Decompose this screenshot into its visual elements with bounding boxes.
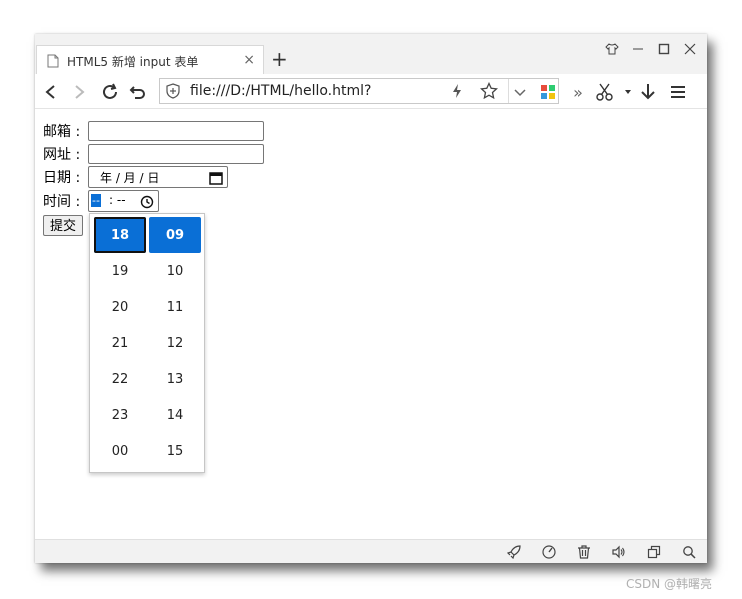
more-tools-icon[interactable]: » — [568, 82, 588, 102]
document-icon — [47, 53, 59, 72]
window-controls — [603, 40, 699, 58]
browser-window: HTML5 新增 input 表单 × + file:///D:/HTML/he… — [35, 34, 707, 563]
minute-option[interactable]: 13 — [149, 361, 201, 397]
apps-grid-icon[interactable] — [538, 82, 558, 102]
hour-option[interactable]: 21 — [94, 325, 146, 361]
url-label: 网址 : — [43, 147, 81, 163]
maximize-button[interactable] — [655, 40, 673, 58]
minimize-button[interactable] — [629, 40, 647, 58]
skin-icon[interactable] — [603, 40, 621, 58]
hour-option[interactable]: 00 — [94, 433, 146, 469]
tab-hello-html[interactable]: HTML5 新增 input 表单 × — [36, 45, 264, 74]
forward-arrow-icon[interactable] — [69, 82, 89, 102]
hour-option[interactable]: 18 — [94, 217, 146, 253]
navigation-toolbar: file:///D:/HTML/hello.html? » — [35, 74, 707, 109]
title-bar: HTML5 新增 input 表单 × + — [35, 34, 707, 74]
time-label: 时间 : — [43, 194, 81, 210]
time-input[interactable]: -- : -- — [88, 190, 159, 212]
hour-option[interactable]: 22 — [94, 361, 146, 397]
address-bar[interactable]: file:///D:/HTML/hello.html? — [159, 78, 559, 104]
window-restore-icon[interactable] — [646, 544, 662, 560]
url-text: file:///D:/HTML/hello.html? — [190, 83, 372, 99]
date-placeholder: 年 / 月 / 日 — [100, 171, 160, 185]
hour-option[interactable]: 19 — [94, 253, 146, 289]
chevron-down-icon[interactable] — [513, 84, 527, 103]
date-input[interactable]: 年 / 月 / 日 — [88, 166, 228, 188]
page-content: 邮箱 : 网址 : 日期 : 年 / 月 / 日 时间 : -- : -- 提交… — [35, 109, 707, 539]
shield-icon[interactable] — [166, 83, 180, 103]
close-window-button[interactable] — [681, 40, 699, 58]
address-divider — [508, 79, 509, 103]
speed-icon[interactable] — [541, 544, 557, 560]
time-hour-segment[interactable]: -- — [91, 194, 101, 207]
tab-close-button[interactable]: × — [243, 52, 255, 68]
hour-option[interactable]: 20 — [94, 289, 146, 325]
url-input[interactable] — [88, 144, 264, 164]
zoom-search-icon[interactable] — [681, 544, 697, 560]
trash-icon[interactable] — [576, 544, 592, 560]
speaker-icon[interactable] — [611, 544, 627, 560]
watermark: CSDN @韩曙亮 — [626, 577, 713, 591]
hour-option[interactable]: 23 — [94, 397, 146, 433]
date-row: 日期 : 年 / 月 / 日 — [43, 166, 228, 188]
email-label: 邮箱 : — [43, 124, 81, 140]
lightning-icon[interactable] — [452, 83, 462, 103]
date-label: 日期 : — [43, 170, 81, 186]
time-minute-segment[interactable]: : -- — [109, 193, 126, 207]
rocket-icon[interactable] — [506, 544, 522, 560]
undo-icon[interactable] — [128, 82, 148, 102]
back-arrow-icon[interactable] — [41, 82, 61, 102]
hour-column: 18 19 20 21 22 23 00 — [94, 217, 146, 469]
time-row: 时间 : -- : -- — [43, 190, 159, 212]
minute-option[interactable]: 14 — [149, 397, 201, 433]
status-icons — [506, 544, 697, 560]
minute-option[interactable]: 10 — [149, 253, 201, 289]
email-input[interactable] — [88, 121, 264, 141]
minute-option[interactable]: 15 — [149, 433, 201, 469]
dropdown-caret-icon[interactable] — [618, 82, 638, 102]
minute-option[interactable]: 12 — [149, 325, 201, 361]
minute-column: 09 10 11 12 13 14 15 — [149, 217, 201, 469]
star-icon[interactable] — [479, 81, 499, 104]
new-tab-button[interactable]: + — [271, 49, 288, 69]
url-row: 网址 : — [43, 143, 264, 165]
minute-option[interactable]: 09 — [149, 217, 201, 253]
submit-button[interactable]: 提交 — [43, 215, 84, 236]
menu-icon[interactable] — [668, 82, 688, 102]
calendar-icon[interactable] — [209, 170, 223, 189]
reload-icon[interactable] — [100, 82, 120, 102]
clock-icon[interactable] — [140, 194, 154, 213]
download-icon[interactable] — [638, 82, 658, 102]
email-row: 邮箱 : — [43, 120, 264, 142]
scissors-icon[interactable] — [595, 82, 615, 102]
time-picker-dropdown: 18 19 20 21 22 23 00 09 10 11 12 13 14 1… — [89, 213, 205, 473]
status-bar — [35, 539, 707, 563]
minute-option[interactable]: 11 — [149, 289, 201, 325]
tab-title: HTML5 新增 input 表单 — [67, 55, 199, 69]
